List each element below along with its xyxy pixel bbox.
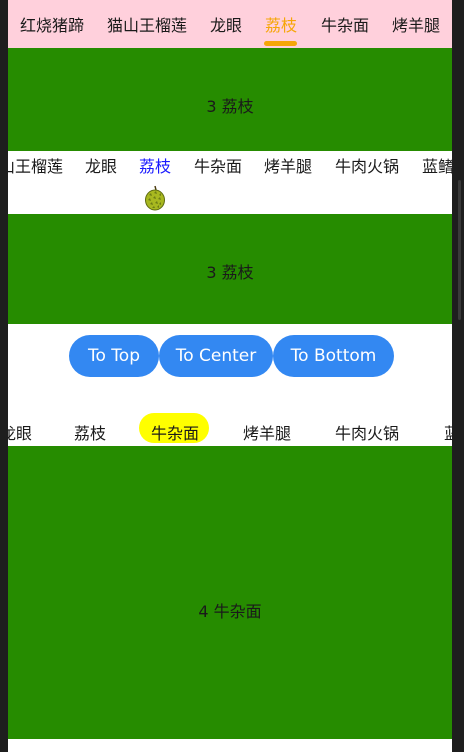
tab-top-underline-indicator <box>264 41 297 46</box>
scroll-button-row: To Top To Center To Bottom <box>8 335 452 379</box>
tab-bar-middle: 山王榴莲 龙眼 荔枝 牛杂面 烤羊腿 牛肉火锅 蓝鳍 <box>8 152 452 214</box>
tab-bottom-item[interactable]: 烤羊腿 <box>243 420 291 444</box>
durian-icon <box>145 185 165 211</box>
content-panel-middle: 3 荔枝 <box>8 214 452 324</box>
panel-bottom-label: 4 牛杂面 <box>198 602 262 621</box>
tab-top-item[interactable]: 烤羊腿 <box>392 12 440 36</box>
tab-middle-item[interactable]: 山王榴莲 <box>8 153 63 177</box>
tab-top-item[interactable]: 猫山王榴莲 <box>107 12 187 36</box>
to-center-button[interactable]: To Center <box>159 335 273 377</box>
tab-bottom-item[interactable]: 荔枝 <box>74 420 106 444</box>
tab-top-item[interactable]: 龙眼 <box>210 12 242 36</box>
tab-bar-top: 红烧猪蹄 猫山王榴莲 龙眼 荔枝 牛杂面 烤羊腿 <box>8 0 452 48</box>
tab-bottom-item[interactable]: 龙眼 <box>8 420 32 444</box>
tab-top-item[interactable]: 牛杂面 <box>321 12 369 36</box>
tab-top-item-active[interactable]: 荔枝 <box>265 12 297 36</box>
tab-bottom-item[interactable]: 牛肉火锅 <box>335 420 399 444</box>
tab-bottom-item-active[interactable]: 牛杂面 <box>151 420 199 444</box>
panel-middle-label: 3 荔枝 <box>206 263 254 282</box>
content-panel-bottom: 4 牛杂面 <box>8 446 452 739</box>
tab-bottom-item[interactable]: 蓝 <box>444 420 452 444</box>
to-bottom-button[interactable]: To Bottom <box>273 335 394 377</box>
device-frame-left <box>0 0 8 752</box>
tab-middle-item[interactable]: 龙眼 <box>85 153 117 177</box>
tab-middle-item[interactable]: 牛杂面 <box>194 153 242 177</box>
device-side-button <box>458 180 461 320</box>
content-panel-top: 3 荔枝 <box>8 48 452 151</box>
panel-top-label: 3 荔枝 <box>206 97 254 116</box>
tab-middle-item[interactable]: 牛肉火锅 <box>335 153 399 177</box>
device-frame-right <box>452 0 464 752</box>
tab-middle-item[interactable]: 烤羊腿 <box>264 153 312 177</box>
tab-top-item[interactable]: 红烧猪蹄 <box>20 12 84 36</box>
tab-middle-item-active[interactable]: 荔枝 <box>139 153 171 177</box>
to-top-button[interactable]: To Top <box>69 335 159 377</box>
tab-bar-bottom: 龙眼 荔枝 牛杂面 烤羊腿 牛肉火锅 蓝 <box>8 412 452 446</box>
tab-middle-item[interactable]: 蓝鳍 <box>422 153 452 177</box>
app-screen: 红烧猪蹄 猫山王榴莲 龙眼 荔枝 牛杂面 烤羊腿 3 荔枝 山王榴莲 龙眼 荔枝… <box>8 0 452 752</box>
